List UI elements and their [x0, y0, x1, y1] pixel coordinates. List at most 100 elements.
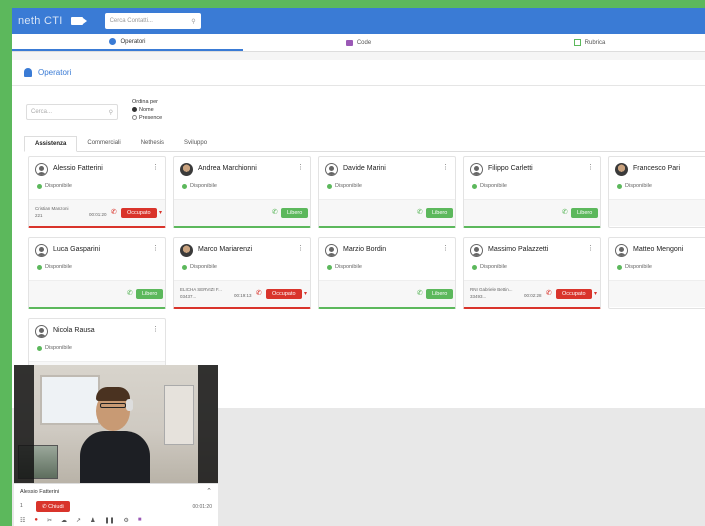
avatar: [180, 163, 193, 176]
avatar: [470, 244, 483, 257]
filters: Cerca... ⚲ Ordina per Nome Presence: [26, 98, 162, 122]
operator-name: Matteo Mengoni: [633, 246, 684, 253]
presence-status: Disponibile: [182, 183, 217, 189]
card-footer: ✆ Libero: [174, 199, 310, 226]
more-options-icon[interactable]: ⋮: [152, 163, 159, 171]
presence-dot-icon: [182, 264, 187, 270]
operator-card[interactable]: Andrea Marchionni ⋮ Disponibile ✆ Libero: [173, 156, 311, 228]
presence-status: Disponibile: [472, 183, 507, 189]
tab-rubrica[interactable]: Rubrica: [474, 34, 705, 51]
more-options-icon[interactable]: ⋮: [442, 244, 449, 252]
phone-icon: ✆: [546, 290, 552, 297]
top-bar: neth CTI Cerca Contatti... ⚲: [12, 8, 705, 34]
presence-dot-icon: [472, 183, 477, 189]
settings-icon[interactable]: ⚙: [124, 517, 129, 524]
more-options-icon[interactable]: ⋮: [587, 244, 594, 252]
more-options-icon[interactable]: ⋮: [297, 163, 304, 171]
call-number: 1: [20, 503, 23, 509]
operator-name: Marco Mariarenzi: [198, 246, 253, 253]
record-icon[interactable]: ●: [34, 517, 38, 524]
phone-icon: ✆: [127, 290, 133, 297]
more-options-icon[interactable]: ⋮: [587, 163, 594, 171]
avatar: [35, 244, 48, 257]
operator-card[interactable]: Filippo Carletti ⋮ Disponibile ✆ Libero: [463, 156, 601, 228]
busy-badge[interactable]: Occupato: [121, 208, 157, 218]
more-options-icon[interactable]: ⋮: [152, 244, 159, 252]
card-footer: [609, 199, 705, 226]
video-call-window[interactable]: [14, 365, 218, 483]
forward-icon[interactable]: ↗: [76, 517, 81, 524]
chevron-down-icon[interactable]: ▾: [159, 209, 162, 216]
keypad-icon[interactable]: ☷: [20, 517, 25, 524]
contacts-search-input[interactable]: Cerca Contatti... ⚲: [104, 13, 201, 29]
chevron-down-icon[interactable]: ▾: [304, 290, 307, 297]
logo: neth CTI: [18, 15, 63, 27]
presence-dot-icon: [472, 264, 477, 270]
call-time: 00:01:20: [89, 212, 107, 217]
avatar: [325, 163, 338, 176]
collapse-icon[interactable]: ⌃: [206, 487, 212, 495]
card-footer: ELICHA SERVIZI F... 03437... 00:19:13 ✆ O…: [174, 280, 310, 307]
operator-card[interactable]: Marzio Bordin ⋮ Disponibile ✆ Libero: [318, 237, 456, 309]
group-tab-sviluppo[interactable]: Sviluppo: [174, 136, 217, 151]
user-icon: [24, 68, 32, 77]
card-footer: Cristian Manzoni 221 00:01:20 ✆ Occupato …: [29, 199, 165, 226]
mute-icon[interactable]: ☁: [61, 517, 67, 524]
phone-icon: ✆: [417, 290, 423, 297]
operator-name: Marzio Bordin: [343, 246, 387, 253]
video-icon[interactable]: ■: [138, 517, 142, 524]
group-tab-assistenza[interactable]: Assistenza: [24, 136, 78, 152]
more-options-icon[interactable]: ⋮: [152, 325, 159, 333]
tab-operatori[interactable]: Operatori: [12, 34, 243, 51]
operator-card[interactable]: Alessio Fatterini ⋮ Disponibile Cristian…: [28, 156, 166, 228]
call-time: 00:19:13: [234, 293, 252, 298]
more-options-icon[interactable]: ⋮: [297, 244, 304, 252]
group-tab-nethesis[interactable]: Nethesis: [131, 136, 174, 151]
order-option-name[interactable]: Nome: [132, 106, 162, 114]
free-badge[interactable]: Libero: [426, 289, 454, 299]
busy-badge[interactable]: Occupato: [266, 289, 302, 299]
group-tab-commerciali[interactable]: Commerciali: [77, 136, 130, 151]
presence-status: Disponibile: [617, 264, 652, 270]
transfer-icon[interactable]: ✂: [47, 517, 52, 524]
presence-status: Disponibile: [37, 264, 72, 270]
order-option-presence[interactable]: Presence: [132, 114, 162, 122]
user-icon[interactable]: ♟: [90, 517, 95, 524]
free-badge[interactable]: Libero: [136, 289, 164, 299]
free-badge[interactable]: Libero: [426, 208, 454, 218]
operator-name: Luca Gasparini: [53, 246, 101, 253]
call-caller: RNI Gabriele Bettin... 33493...: [470, 287, 513, 299]
tab-code[interactable]: Code: [243, 34, 474, 51]
operator-name: Francesco Pari: [633, 165, 681, 172]
phone-icon: ✆: [111, 209, 117, 216]
queue-icon: [345, 39, 353, 46]
operator-search-input[interactable]: Cerca... ⚲: [26, 104, 118, 120]
video-camera-icon[interactable]: [70, 17, 87, 25]
free-badge[interactable]: Libero: [281, 208, 309, 218]
panel-title: Operatori: [12, 60, 705, 86]
order-label: Ordina per: [132, 99, 158, 105]
operator-card[interactable]: Matteo Mengoni ⋮ Disponibile: [608, 237, 705, 309]
busy-badge[interactable]: Occupato: [556, 289, 592, 299]
operator-name: Nicola Rausa: [53, 327, 95, 334]
operator-card[interactable]: Luca Gasparini ⋮ Disponibile ✆ Libero: [28, 237, 166, 309]
card-footer: RNI Gabriele Bettin... 33493... 00:02:28 …: [464, 280, 600, 307]
presence-dot-icon: [617, 183, 622, 189]
operator-card[interactable]: Massimo Palazzetti ⋮ Disponibile RNI Gab…: [463, 237, 601, 309]
operator-card[interactable]: Davide Marini ⋮ Disponibile ✆ Libero: [318, 156, 456, 228]
main-tabs: Operatori Code Rubrica: [12, 34, 705, 52]
phone-icon: ✆: [417, 209, 423, 216]
presence-dot-icon: [327, 264, 332, 270]
free-badge[interactable]: Libero: [571, 208, 599, 218]
operator-card[interactable]: Francesco Pari ⋮ Disponibile: [608, 156, 705, 228]
operator-card[interactable]: Marco Mariarenzi ⋮ Disponibile ELICHA SE…: [173, 237, 311, 309]
presence-dot-icon: [617, 264, 622, 270]
more-options-icon[interactable]: ⋮: [442, 163, 449, 171]
hangup-button[interactable]: ✆ Chiudi: [36, 501, 70, 512]
chevron-down-icon[interactable]: ▾: [594, 290, 597, 297]
pause-icon[interactable]: ❚❚: [104, 517, 114, 524]
presence-status: Disponibile: [37, 345, 72, 351]
operator-name: Davide Marini: [343, 165, 386, 172]
presence-status: Disponibile: [327, 264, 362, 270]
presence-status: Disponibile: [472, 264, 507, 270]
